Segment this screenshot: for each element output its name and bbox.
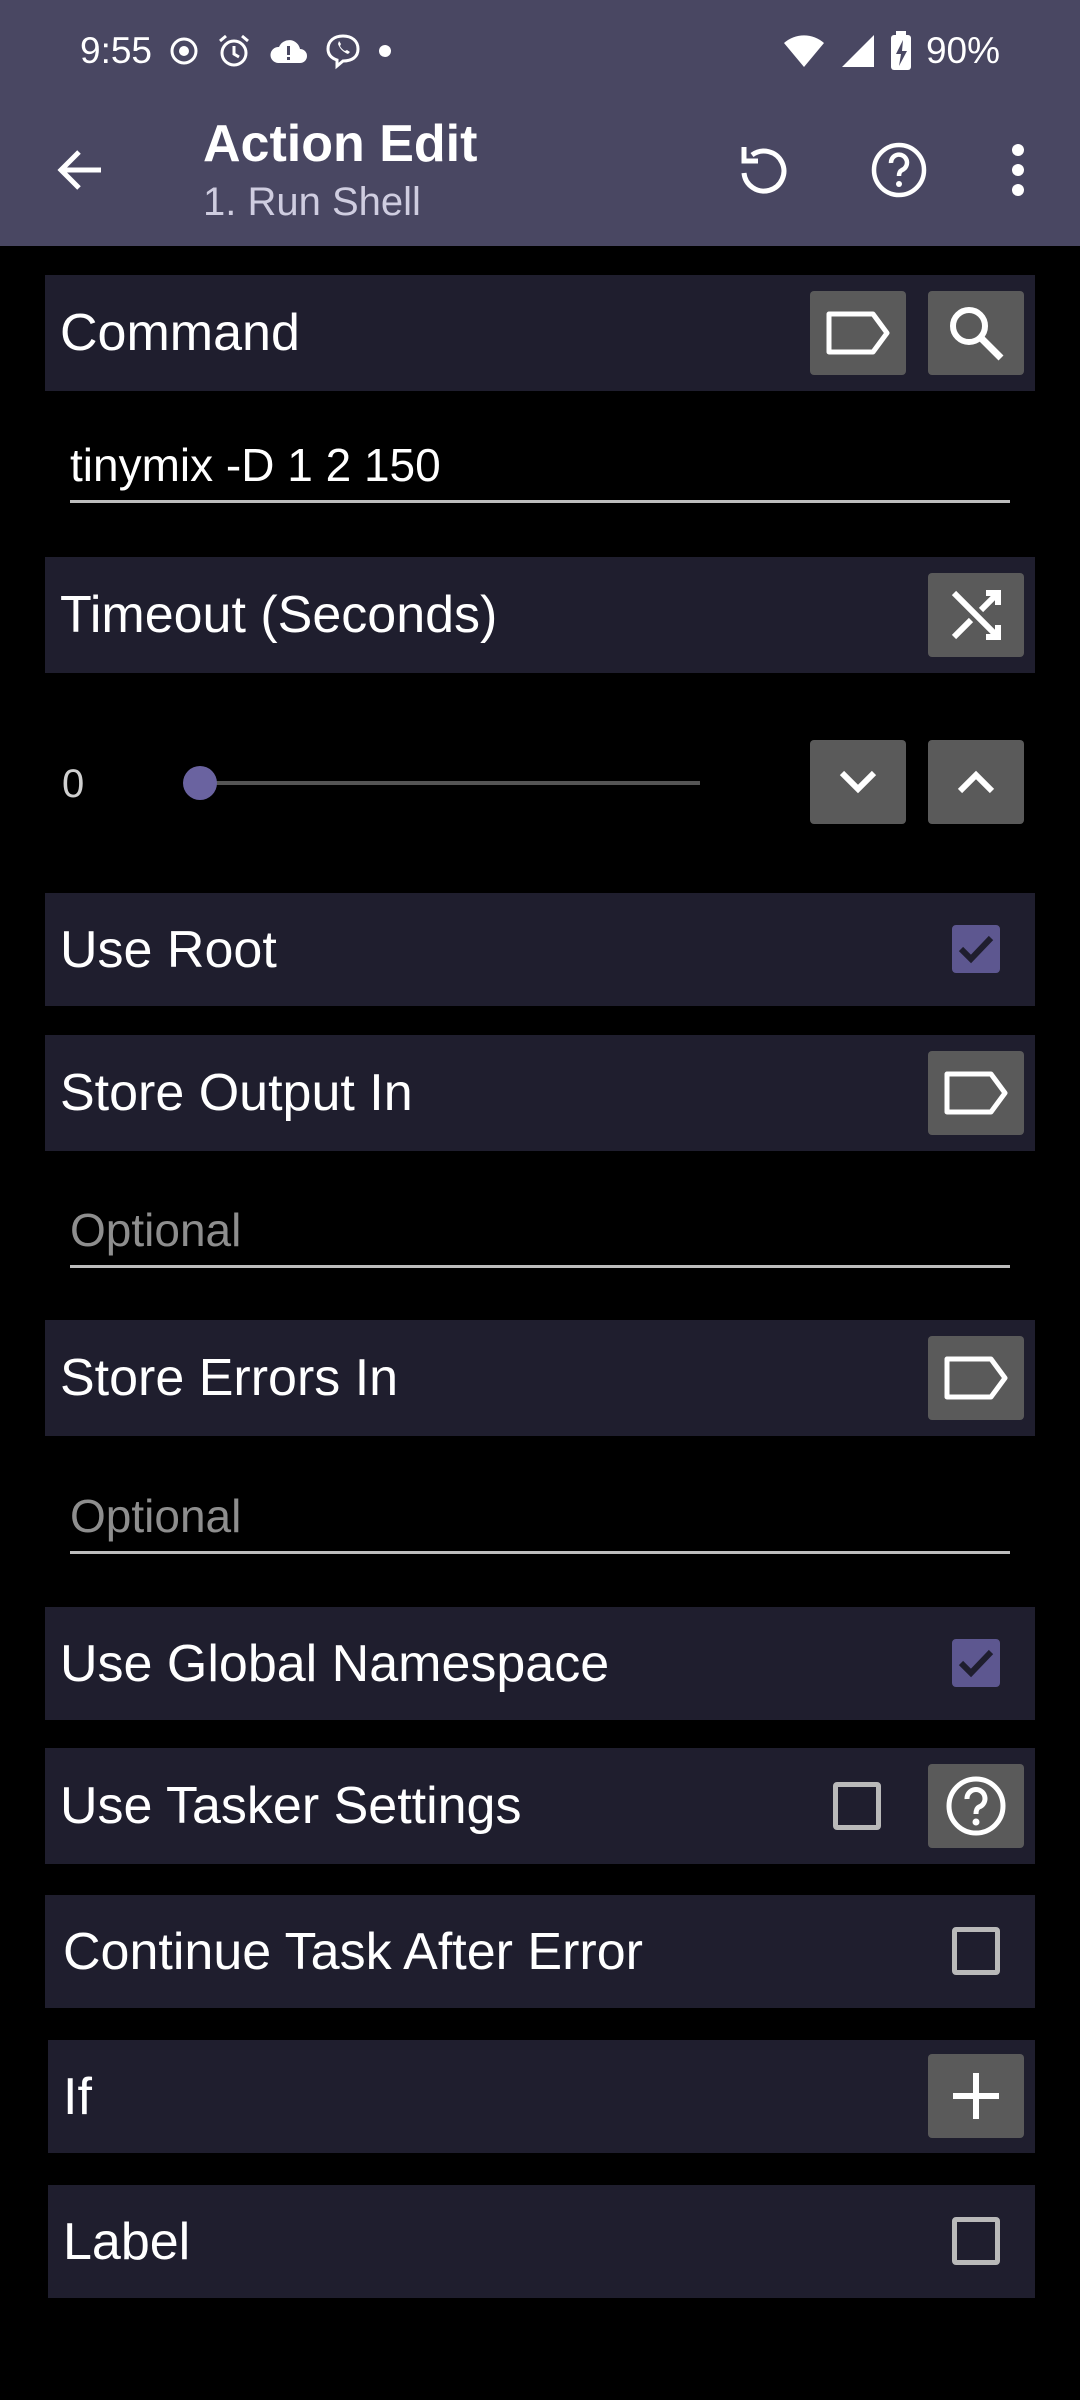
- command-search-button[interactable]: [928, 291, 1024, 375]
- store-output-variable-button[interactable]: [928, 1051, 1024, 1135]
- use-tasker-settings-label: Use Tasker Settings: [60, 1777, 522, 1835]
- battery-charging-icon: [890, 31, 911, 70]
- timeout-header-row: Timeout (Seconds): [45, 557, 1035, 673]
- timeout-increase-button[interactable]: [928, 740, 1024, 824]
- label-checkbox[interactable]: [952, 2217, 1000, 2265]
- arrow-back-icon: [57, 150, 101, 190]
- undo-icon: [741, 147, 787, 194]
- command-header-row: Command: [45, 275, 1035, 391]
- check-icon: [958, 935, 994, 964]
- status-bar: 9:55 90%: [0, 0, 1080, 100]
- wifi-icon: [783, 35, 824, 67]
- cloud-alert-icon: [270, 40, 307, 63]
- command-field[interactable]: [70, 430, 1010, 503]
- battery-percentage: 90%: [925, 30, 1000, 71]
- check-icon: [958, 1649, 994, 1678]
- add-condition-button[interactable]: [928, 2054, 1024, 2138]
- help-icon: [946, 1776, 1006, 1836]
- timeout-slider-track[interactable]: [200, 781, 700, 785]
- store-output-input[interactable]: [70, 1195, 1010, 1265]
- command-variable-button[interactable]: [810, 291, 906, 375]
- more-vert-icon: [1012, 144, 1024, 196]
- back-button[interactable]: [40, 130, 120, 210]
- store-output-header-row: Store Output In: [45, 1035, 1035, 1151]
- plus-icon: [953, 2073, 999, 2119]
- if-condition-row: If: [48, 2040, 1035, 2153]
- use-root-row[interactable]: Use Root: [45, 893, 1035, 1006]
- chevron-down-icon: [839, 770, 877, 794]
- help-button[interactable]: [859, 130, 939, 210]
- label-tag-icon: [944, 1356, 1008, 1400]
- help-icon: [871, 142, 927, 198]
- label-row-label: Label: [63, 2212, 191, 2271]
- continue-after-error-row[interactable]: Continue Task After Error: [45, 1895, 1035, 2008]
- command-input[interactable]: [70, 430, 1010, 500]
- timeout-label: Timeout (Seconds): [60, 586, 498, 644]
- store-errors-field[interactable]: [70, 1481, 1010, 1554]
- status-time: 9:55: [80, 30, 153, 71]
- dot-icon: [379, 45, 391, 57]
- alarm-icon: [219, 34, 249, 67]
- page-title: Action Edit: [203, 115, 478, 173]
- label-tag-icon: [826, 311, 890, 355]
- timeout-slider-thumb[interactable]: [183, 766, 217, 800]
- use-tasker-settings-row[interactable]: Use Tasker Settings: [45, 1748, 1035, 1864]
- store-errors-input[interactable]: [70, 1481, 1010, 1551]
- command-label: Command: [60, 304, 300, 362]
- continue-after-error-label: Continue Task After Error: [63, 1922, 643, 1981]
- app-toolbar: Action Edit 1. Run Shell: [0, 100, 1080, 246]
- record-icon: [170, 37, 198, 65]
- label-tag-icon: [944, 1071, 1008, 1115]
- shuffle-icon: [951, 590, 1001, 640]
- label-row[interactable]: Label: [48, 2185, 1035, 2298]
- overflow-menu-button[interactable]: [978, 130, 1058, 210]
- continue-after-error-checkbox[interactable]: [952, 1927, 1000, 1975]
- use-root-label: Use Root: [60, 920, 277, 979]
- timeout-value: 0: [62, 762, 85, 806]
- signal-icon: [841, 35, 874, 67]
- timeout-decrease-button[interactable]: [810, 740, 906, 824]
- use-root-checkbox[interactable]: [952, 925, 1000, 973]
- use-global-namespace-row[interactable]: Use Global Namespace: [45, 1607, 1035, 1720]
- status-system-icons: 90%: [782, 30, 1000, 72]
- store-output-label: Store Output In: [60, 1064, 413, 1122]
- search-icon: [950, 307, 1004, 361]
- reset-button[interactable]: [723, 130, 803, 210]
- status-notification-icons: [168, 30, 392, 72]
- use-tasker-settings-help-button[interactable]: [928, 1764, 1024, 1848]
- chevron-up-icon: [957, 770, 995, 794]
- store-errors-header-row: Store Errors In: [45, 1320, 1035, 1436]
- use-global-namespace-label: Use Global Namespace: [60, 1634, 610, 1693]
- viber-icon: [326, 34, 360, 70]
- store-errors-label: Store Errors In: [60, 1349, 399, 1407]
- store-errors-variable-button[interactable]: [928, 1336, 1024, 1420]
- page-subtitle: 1. Run Shell: [203, 180, 421, 224]
- if-label: If: [63, 2067, 92, 2126]
- store-output-field[interactable]: [70, 1195, 1010, 1268]
- timeout-random-button[interactable]: [928, 573, 1024, 657]
- use-global-namespace-checkbox[interactable]: [952, 1639, 1000, 1687]
- use-tasker-settings-checkbox[interactable]: [833, 1782, 881, 1830]
